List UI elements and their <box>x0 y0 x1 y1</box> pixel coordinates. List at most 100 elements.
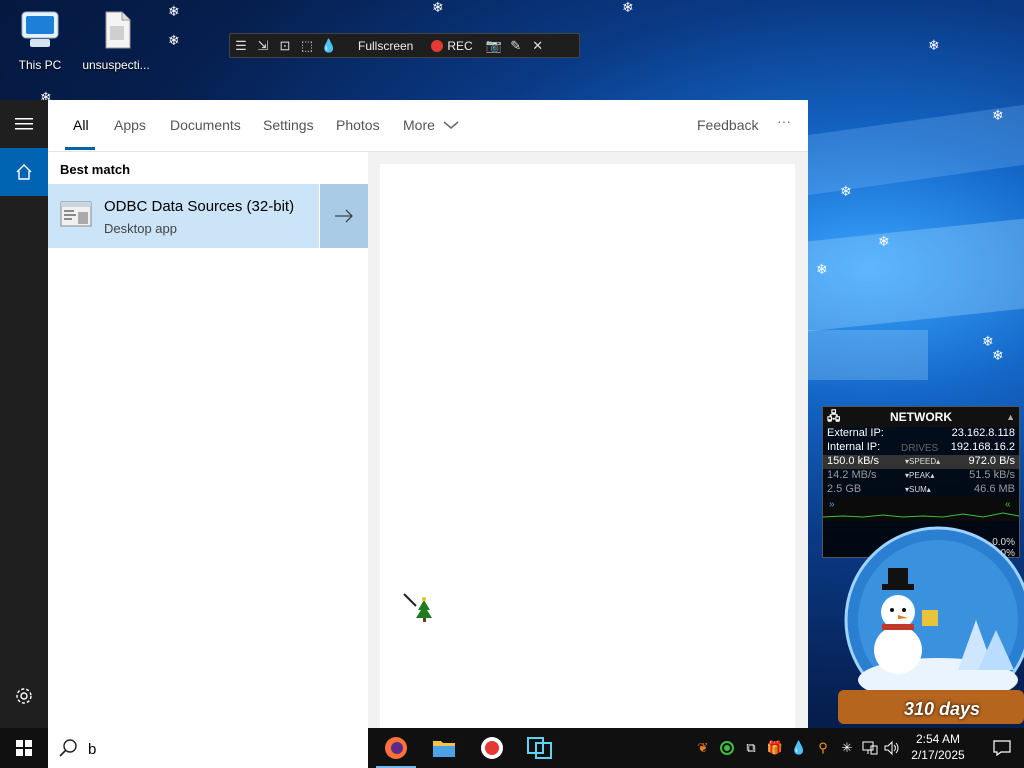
tray-butterfly-icon[interactable]: ❦ <box>692 728 714 768</box>
tray-drop-icon[interactable]: 💧 <box>788 728 810 768</box>
speed-label: SPEED <box>909 457 937 466</box>
hamburger-menu-button[interactable] <box>0 100 48 148</box>
arrow-right-icon <box>335 209 353 223</box>
home-button[interactable] <box>0 148 48 196</box>
external-ip-label: External IP: <box>827 427 884 439</box>
snowflake-icon: ❄ <box>992 347 1004 363</box>
sum-label: SUM <box>909 485 927 494</box>
taskbar-app-screen-recorder[interactable] <box>468 728 516 768</box>
snow-globe-gadget: 310 days <box>838 520 1024 728</box>
peak-up-value: 51.5 kB/s <box>969 469 1015 481</box>
best-match-result[interactable]: ODBC Data Sources (32-bit) Desktop app <box>48 184 319 248</box>
peak-label: PEAK <box>909 471 931 480</box>
volume-icon[interactable] <box>882 728 902 768</box>
screen-recorder-icon <box>481 737 503 759</box>
snowflake-icon: ❄ <box>622 0 634 15</box>
chevron-down-icon <box>443 121 459 129</box>
clock-date: 2/17/2025 <box>911 748 965 762</box>
search-input[interactable] <box>86 738 360 760</box>
snowflake-icon: ❄ <box>168 32 180 48</box>
snowflake-icon: ❄ <box>928 37 940 53</box>
shrink-icon[interactable]: ⇲ <box>252 34 274 57</box>
best-match-subtitle: Desktop app <box>104 221 177 236</box>
tray-green-status-icon[interactable] <box>716 728 738 768</box>
tray-camera-icon[interactable]: ⧉ <box>740 728 762 768</box>
taskbar-app-firefox[interactable] <box>372 728 420 768</box>
speed-row: 150.0 kB/s ▾SPEED▴ 972.0 B/s <box>823 455 1019 469</box>
network-gadget-header: 🖧 NETWORK ▲ <box>823 407 1019 427</box>
crop-icon[interactable]: ⬚ <box>296 34 318 57</box>
home-icon <box>16 164 32 180</box>
tab-settings[interactable]: Settings <box>263 117 314 133</box>
camera-icon[interactable]: 📷 <box>483 34 505 57</box>
taskbar-app-file-explorer[interactable] <box>420 728 468 768</box>
desktop-icon-unsuspecting-file[interactable]: unsuspecti... <box>76 4 156 72</box>
peak-row: 14.2 MB/s ▾PEAK▴ 51.5 kB/s <box>827 469 1015 481</box>
drives-overlay-label: DRIVES <box>901 443 939 454</box>
sum-row: 2.5 GB ▾SUM▴ 46.6 MB <box>827 483 1015 495</box>
preview-pane <box>380 164 795 728</box>
tab-photos[interactable]: Photos <box>336 117 380 133</box>
vmware-icon <box>527 737 552 759</box>
desktop-icon-label: unsuspecti... <box>82 58 150 72</box>
tray-search-icon[interactable]: ⚲ <box>812 728 834 768</box>
tray-gift-icon[interactable]: 🎁 <box>764 728 786 768</box>
close-icon[interactable]: ✕ <box>527 34 549 57</box>
light-beam <box>808 218 1024 332</box>
computer-icon <box>18 8 62 52</box>
snowflake-icon: ❄ <box>432 0 444 15</box>
light-beam <box>808 330 928 380</box>
speed-up-value: 972.0 B/s <box>968 455 1015 467</box>
desktop-icon-this-pc[interactable]: This PC <box>0 4 80 72</box>
snowflake-icon: ❄ <box>982 333 994 349</box>
christmas-tree-cursor-icon <box>403 593 432 622</box>
external-ip-row: External IP: 23.162.8.118 <box>823 427 1019 441</box>
fullscreen-mode-button[interactable]: Fullscreen <box>358 39 413 53</box>
network-gadget-title: NETWORK <box>890 410 952 424</box>
file-explorer-icon <box>433 741 455 757</box>
settings-button[interactable] <box>0 672 48 720</box>
network-graph: » « <box>822 497 1020 521</box>
tab-documents[interactable]: Documents <box>170 117 241 133</box>
internal-ip-value: 192.168.16.2 <box>950 441 1015 453</box>
snowflake-icon: ❄ <box>168 3 180 19</box>
color-drop-icon[interactable]: 💧 <box>318 34 340 57</box>
days-counter: 310 days <box>903 699 981 719</box>
taskbar-app-vmware[interactable] <box>516 728 564 768</box>
network-icon[interactable] <box>860 728 880 768</box>
search-panel: All Apps Documents Settings Photos More … <box>48 100 808 728</box>
pen-icon[interactable]: ✎ <box>505 34 527 57</box>
more-options-button[interactable]: ··· <box>777 113 791 129</box>
svg-text:»: » <box>829 499 835 510</box>
peak-down-value: 14.2 MB/s <box>827 469 877 481</box>
search-icon <box>59 739 77 757</box>
menu-icon[interactable]: ☰ <box>230 34 252 57</box>
snowflake-icon: ❄ <box>992 107 1004 123</box>
feedback-link[interactable]: Feedback <box>697 117 758 133</box>
tab-more[interactable]: More <box>403 117 459 133</box>
snowflake-icon: ❄ <box>840 183 852 199</box>
tab-all[interactable]: All <box>73 117 89 133</box>
notification-icon <box>993 740 1011 756</box>
taskbar-search-box[interactable] <box>48 728 368 768</box>
windows-logo-icon <box>16 740 32 756</box>
snowflake-icon: ❄ <box>816 261 828 277</box>
external-ip-value: 23.162.8.118 <box>951 427 1015 439</box>
results-list: Best match ODBC Data Sources (32-bit) De… <box>48 152 368 728</box>
region-zoom-icon[interactable]: ⊡ <box>274 34 296 57</box>
record-dot-icon <box>431 39 444 52</box>
file-icon <box>94 8 138 52</box>
rec-label: REC <box>447 38 473 53</box>
tab-more-label: More <box>403 117 435 133</box>
rec-button[interactable]: REC <box>431 38 473 53</box>
tray-sparkle-icon[interactable]: ✳ <box>836 728 858 768</box>
best-match-title: ODBC Data Sources (32-bit) <box>104 198 295 215</box>
svg-text:«: « <box>1005 499 1011 510</box>
action-center-button[interactable] <box>980 728 1024 768</box>
taskbar-clock[interactable]: 2:54 AM 2/17/2025 <box>900 731 976 763</box>
collapse-icon[interactable]: ▲ <box>1006 412 1015 422</box>
tab-apps[interactable]: Apps <box>114 117 146 133</box>
odbc-app-icon <box>60 200 92 230</box>
start-button[interactable] <box>0 728 48 768</box>
open-details-button[interactable] <box>320 184 368 248</box>
